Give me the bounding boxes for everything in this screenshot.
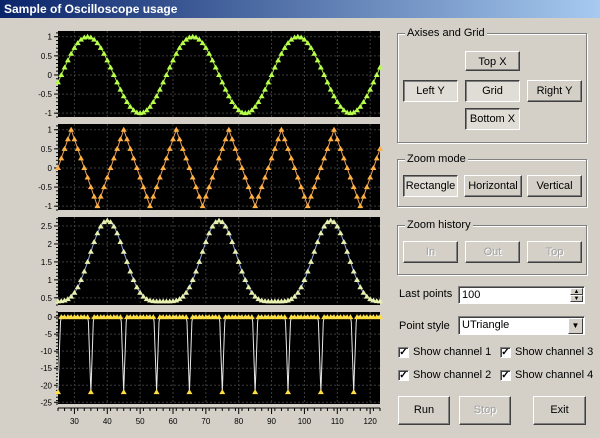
point-style-label: Point style: [399, 320, 450, 332]
last-points-value: 100: [462, 289, 481, 301]
y-tick-label: -1: [45, 202, 53, 211]
x-tick-label: 80: [234, 417, 243, 426]
y-tick-label: -0.5: [38, 183, 52, 192]
channel-4-checkbox[interactable]: ✓: [500, 370, 511, 381]
x-tick-label: 90: [267, 417, 276, 426]
last-points-label: Last points: [399, 288, 453, 300]
run-button[interactable]: Run: [398, 396, 450, 425]
y-tick-label: -10: [40, 347, 52, 356]
y-tick-label: -0.5: [38, 90, 52, 99]
last-points-input[interactable]: 100 ▲ ▼: [458, 286, 585, 304]
y-tick-label: 1: [48, 126, 53, 135]
dropdown-arrow-icon[interactable]: ▼: [568, 318, 583, 334]
oscilloscope-channel-2[interactable]: 1 0.5 0 -0.5 -1: [0, 121, 385, 213]
y-tick-label: 0: [48, 71, 53, 80]
right-y-button[interactable]: Right Y: [527, 80, 582, 102]
plot-area[interactable]: [58, 312, 380, 404]
y-tick-label: 2.5: [41, 222, 53, 231]
oscilloscope-channel-3[interactable]: 2.5 2 1.5 1 0.5: [0, 213, 385, 309]
main-window: Sample of Oscilloscope usage 1 0.5 0 -0.5 -1…: [0, 0, 600, 438]
y-tick-label: 0: [48, 313, 53, 322]
channel-3-label: Show channel 3: [515, 346, 594, 358]
chart-2-svg: 1 0.5 0 -0.5 -1: [38, 124, 383, 211]
y-tick-label: -1: [45, 109, 53, 118]
zoom-in-button[interactable]: In: [403, 241, 458, 263]
axes-grid-legend: Axises and Grid: [405, 27, 487, 39]
x-tick-label: 100: [298, 417, 312, 426]
zoom-top-button[interactable]: Top: [527, 241, 582, 263]
x-tick-label: 50: [136, 417, 145, 426]
y-tick-label: 0.5: [41, 52, 53, 61]
zoom-mode-legend: Zoom mode: [405, 153, 468, 165]
x-tick-label: 60: [169, 417, 178, 426]
oscilloscope-channel-4[interactable]: 0 -5 -10 -15 -20 -25 30 40 50 60 70 80 90 100 110 120: [0, 309, 385, 438]
point-style-select[interactable]: UTriangle ▼: [458, 316, 585, 335]
y-tick-label: -5: [45, 330, 53, 339]
plot-area[interactable]: [58, 217, 380, 305]
spin-up-icon[interactable]: ▲: [570, 288, 583, 295]
channel-3-checkbox[interactable]: ✓: [500, 347, 511, 358]
channel-1-checkbox[interactable]: ✓: [398, 347, 409, 358]
left-y-button[interactable]: Left Y: [403, 80, 458, 102]
zoom-out-button[interactable]: Out: [465, 241, 520, 263]
x-tick-label: 30: [70, 417, 79, 426]
point-style-value: UTriangle: [462, 319, 510, 331]
channel-4-label: Show channel 4: [515, 369, 594, 381]
chart-3-svg: 2.5 2 1.5 1 0.5: [41, 217, 383, 306]
horizontal-button[interactable]: Horizontal: [464, 175, 522, 197]
spin-down-icon[interactable]: ▼: [570, 295, 583, 302]
y-tick-label: -15: [40, 364, 52, 373]
channel-2-checkbox[interactable]: ✓: [398, 370, 409, 381]
x-tick-label: 110: [331, 417, 344, 426]
top-x-button[interactable]: Top X: [465, 51, 520, 71]
bottom-x-button[interactable]: Bottom X: [465, 108, 520, 130]
oscilloscope-channel-1[interactable]: 1 0.5 0 -0.5 -1: [0, 27, 385, 121]
rectangle-button[interactable]: Rectangle: [403, 175, 458, 197]
y-tick-label: 1: [48, 276, 53, 285]
zoom-history-legend: Zoom history: [405, 219, 473, 231]
y-tick-label: 0.5: [41, 294, 53, 303]
y-tick-label: -25: [40, 398, 52, 407]
y-tick-label: 2: [48, 240, 53, 249]
y-tick-label: -20: [40, 381, 52, 390]
y-tick-label: 1: [48, 33, 53, 42]
y-tick-label: 0: [48, 164, 53, 173]
vertical-button[interactable]: Vertical: [527, 175, 582, 197]
chart-4-svg: 0 -5 -10 -15 -20 -25 30 40 50 60 70 80 90 100 110 120: [40, 311, 383, 426]
y-tick-label: 0.5: [41, 145, 53, 154]
x-tick-label: 70: [201, 417, 210, 426]
x-tick-label: 120: [363, 417, 377, 426]
y-tick-label: 1.5: [41, 258, 53, 267]
channel-2-label: Show channel 2: [413, 369, 492, 381]
grid-button[interactable]: Grid: [465, 80, 520, 102]
x-tick-label: 40: [103, 417, 112, 426]
chart-1-svg: 1 0.5 0 -0.5 -1: [38, 31, 383, 118]
window-title: Sample of Oscilloscope usage: [4, 2, 178, 16]
exit-button[interactable]: Exit: [533, 396, 586, 425]
channel-1-label: Show channel 1: [413, 346, 492, 358]
stop-button[interactable]: Stop: [459, 396, 511, 425]
title-bar: Sample of Oscilloscope usage: [0, 0, 600, 18]
